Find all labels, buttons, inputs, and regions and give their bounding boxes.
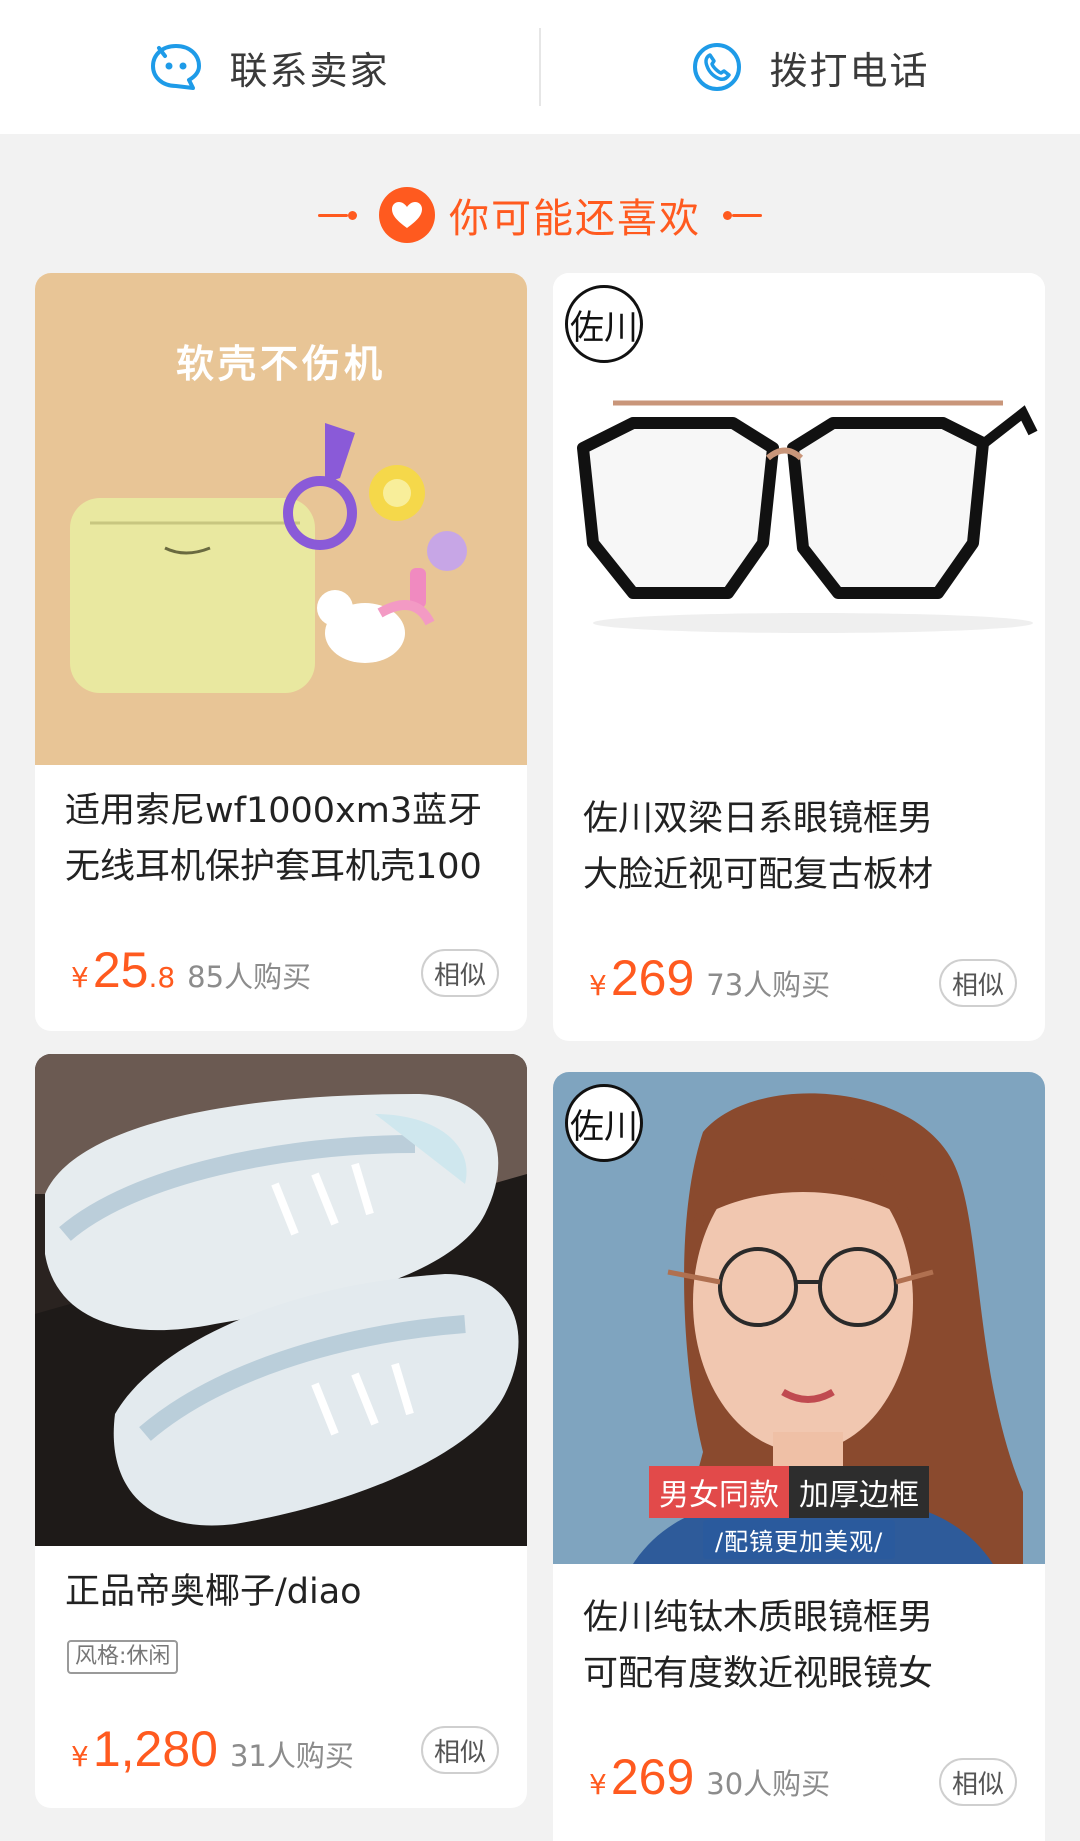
sold-count: 85人购买 — [187, 960, 312, 994]
recommendations-title: 你可能还喜欢 — [449, 196, 701, 242]
similar-button[interactable]: 相似 — [421, 949, 499, 997]
product-title[interactable]: 佐川双梁日系眼镜框男 大脸近视可配复古板材 — [583, 791, 1019, 903]
currency-symbol: ¥ — [589, 969, 607, 1002]
product-image[interactable] — [35, 1054, 527, 1546]
currency-symbol: ¥ — [71, 961, 89, 994]
sold-count: 73人购买 — [706, 968, 831, 1002]
product-card[interactable]: 软壳不伤机 适用索尼wf1000xm3蓝牙 无线耳机保护套耳机壳100 ¥ 25… — [35, 273, 527, 1031]
recommendations-header: 你可能还喜欢 — [0, 180, 1080, 250]
price: 269 — [610, 950, 695, 1006]
currency-symbol: ¥ — [589, 1768, 607, 1801]
title-line: 佐川纯钛木质眼镜框男 — [583, 1598, 934, 1638]
call-phone-button[interactable]: 拨打电话 — [541, 0, 1080, 134]
chat-bubble-face-icon — [151, 44, 202, 90]
bottom-action-bar: 联系卖家 拨打电话 — [0, 0, 1080, 134]
heart-icon — [379, 187, 435, 243]
currency-symbol: ¥ — [71, 1740, 89, 1773]
title-line: 适用索尼wf1000xm3蓝牙 — [65, 791, 483, 831]
title-line: 可配有度数近视眼镜女 — [583, 1654, 934, 1694]
sold-count: 30人购买 — [706, 1767, 831, 1801]
product-card[interactable]: 正品帝奥椰子/diao 风格:休闲 ¥ 1,280 31人购买 相似 — [35, 1054, 527, 1808]
contact-seller-label: 联系卖家 — [229, 48, 390, 93]
price: 269 — [610, 1749, 695, 1805]
product-card[interactable]: 佐川 佐川双梁日系眼镜框男 大脸近视可配复古板材 ¥ 269 73人购买 相似 — [553, 273, 1045, 1041]
right-dash-decoration — [723, 210, 762, 220]
price: 25 — [92, 942, 149, 998]
product-image[interactable]: 佐川 男女同款 加厚边框 /配镜更加美观/ — [553, 1072, 1045, 1564]
product-title[interactable]: 正品帝奥椰子/diao — [65, 1564, 501, 1620]
brand-logo: 佐川 — [565, 1084, 643, 1162]
banner-subtitle: /配镜更加美观/ — [703, 1520, 896, 1559]
product-image[interactable]: 佐川 — [553, 273, 1045, 765]
title-line: 无线耳机保护套耳机壳100 — [65, 847, 482, 887]
title-line: 佐川双梁日系眼镜框男 — [583, 799, 934, 839]
similar-button[interactable]: 相似 — [939, 959, 1017, 1007]
similar-button[interactable]: 相似 — [939, 1758, 1017, 1806]
title-line: 正品帝奥椰子/diao — [65, 1572, 362, 1612]
style-tag: 风格:休闲 — [67, 1640, 179, 1674]
product-card[interactable]: 佐川 男女同款 加厚边框 /配镜更加美观/ 佐川纯钛木质眼镜框男 可配有度数近视… — [553, 1072, 1045, 1841]
call-phone-label: 拨打电话 — [769, 48, 930, 93]
product-title[interactable]: 佐川纯钛木质眼镜框男 可配有度数近视眼镜女 — [583, 1590, 1019, 1702]
price-decimal: .8 — [148, 961, 176, 994]
similar-button[interactable]: 相似 — [421, 1726, 499, 1774]
promo-banner: 男女同款 加厚边框 — [649, 1466, 929, 1518]
left-dash-decoration — [318, 210, 357, 220]
sneakers-illustration — [35, 1054, 527, 1546]
contact-seller-button[interactable]: 联系卖家 — [0, 0, 539, 134]
sold-count: 31人购买 — [229, 1739, 354, 1773]
banner-label-right: 加厚边框 — [789, 1466, 929, 1518]
title-line: 大脸近视可配复古板材 — [583, 855, 934, 895]
earphone-case-illustration — [70, 423, 467, 693]
product-title[interactable]: 适用索尼wf1000xm3蓝牙 无线耳机保护套耳机壳100 — [65, 783, 501, 895]
banner-label-left: 男女同款 — [649, 1466, 789, 1518]
price: 1,280 — [92, 1721, 218, 1777]
eyeglasses-illustration — [577, 400, 1038, 633]
product-image[interactable]: 软壳不伤机 — [35, 273, 527, 765]
phone-handset-icon — [693, 43, 742, 91]
